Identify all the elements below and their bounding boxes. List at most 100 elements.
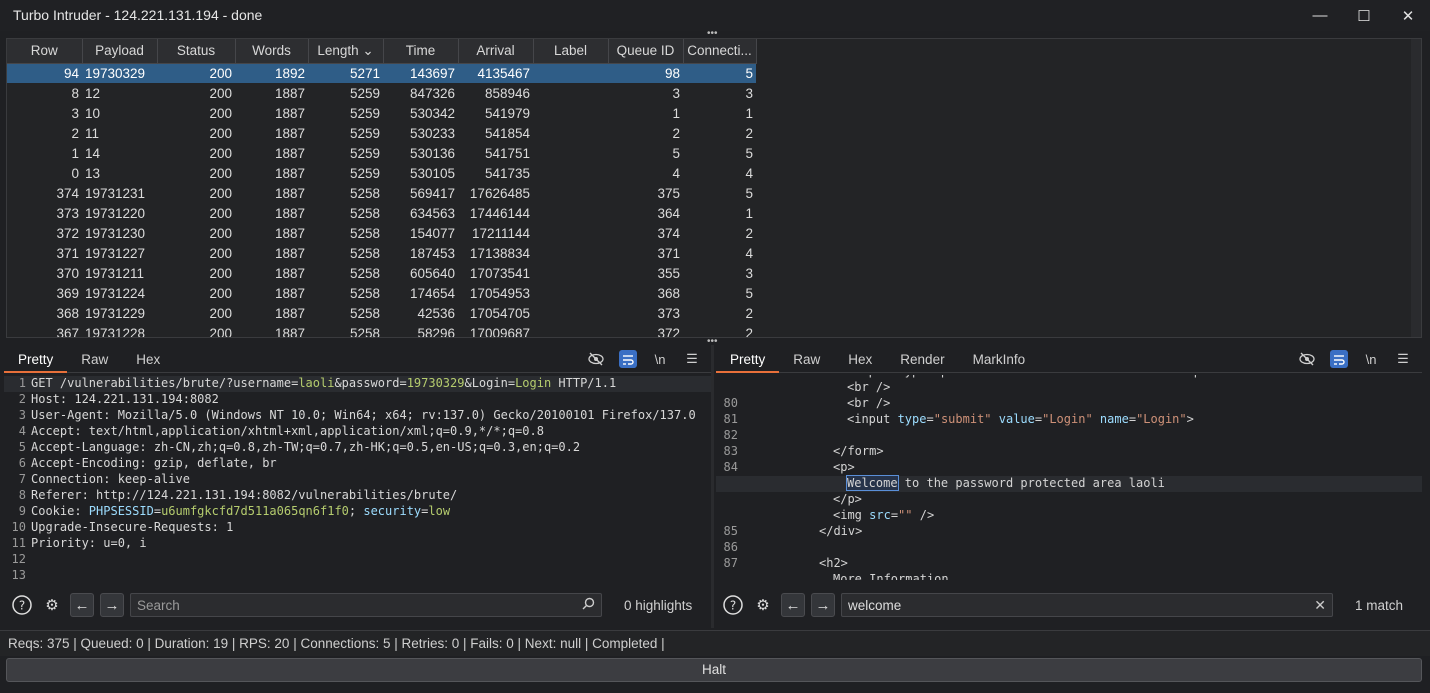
- settings-gear-icon[interactable]: ⚙: [751, 593, 775, 617]
- table-cell: 200: [209, 325, 232, 338]
- title-bar: Turbo Intruder - 124.221.131.194 - done …: [0, 0, 1430, 31]
- response-search-bar: ? ⚙ ← → welcome ✕ 1 match: [721, 590, 1421, 620]
- table-cell: 364: [657, 205, 680, 221]
- table-cell: 541854: [484, 125, 530, 141]
- table-row[interactable]: 0 13 200 1887 5259 530105 541735 4 4: [7, 163, 756, 183]
- hide-eye-icon[interactable]: [587, 350, 605, 368]
- table-row[interactable]: 374 19731231 200 1887 5258 569417 17626485 375 5: [7, 183, 756, 203]
- table-row[interactable]: 3 10 200 1887 5259 530342 541979 1 1: [7, 103, 756, 123]
- table-cell: 373: [56, 205, 79, 221]
- table-cell: 5258: [349, 225, 380, 241]
- line-number: 5: [18, 440, 26, 454]
- column-header[interactable]: Connecti...: [683, 39, 757, 64]
- table-cell: 12: [85, 85, 101, 101]
- table-cell: 375: [657, 185, 680, 201]
- table-cell: 367: [56, 325, 79, 338]
- table-cell: 200: [209, 165, 232, 181]
- code-line: <img src="" />: [716, 508, 1422, 524]
- table-cell: 1887: [274, 265, 305, 281]
- tab-raw[interactable]: Raw: [779, 345, 834, 373]
- maximize-button[interactable]: ☐: [1342, 0, 1386, 31]
- pane-divider[interactable]: [711, 345, 714, 628]
- close-button[interactable]: ✕: [1386, 0, 1430, 31]
- minimize-button[interactable]: —: [1298, 0, 1342, 31]
- table-cell: 373: [657, 305, 680, 321]
- tab-hex[interactable]: Hex: [122, 345, 174, 373]
- tab-pretty[interactable]: Pretty: [716, 345, 780, 373]
- code-token: =: [153, 504, 162, 518]
- table-row[interactable]: 94 19730329 200 1892 5271 143697 4135467 98 5: [7, 63, 756, 83]
- column-header[interactable]: Length ⌄: [308, 39, 384, 64]
- help-icon[interactable]: ?: [721, 593, 745, 617]
- settings-gear-icon[interactable]: ⚙: [40, 593, 64, 617]
- table-cell: 1892: [235, 63, 308, 83]
- tab-markinfo[interactable]: MarkInfo: [959, 345, 1040, 373]
- wrap-lines-icon[interactable]: [619, 350, 637, 368]
- table-row[interactable]: 372 19731230 200 1887 5258 154077 17211144 374 2: [7, 223, 756, 243]
- newline-icon[interactable]: \n: [1362, 350, 1380, 368]
- table-cell: 5: [672, 145, 680, 161]
- table-cell: 5259: [349, 85, 380, 101]
- column-header[interactable]: Arrival: [458, 39, 534, 64]
- menu-icon[interactable]: ☰: [683, 350, 701, 368]
- request-pane: Pretty Raw Hex \n ☰ 1 GET /vulnerabilitie…: [4, 345, 711, 580]
- code-token: <h2>: [819, 556, 848, 570]
- code-token: Accept-Encoding: gzip, deflate, br: [31, 456, 277, 470]
- tab-raw[interactable]: Raw: [67, 345, 122, 373]
- tab-pretty[interactable]: Pretty: [4, 345, 68, 373]
- halt-button[interactable]: Halt: [6, 658, 1422, 682]
- code-line: 8 Referer: http://124.221.131.194:8082/vu…: [4, 488, 711, 504]
- next-arrow-icon[interactable]: →: [811, 593, 835, 617]
- code-line: </p>: [716, 492, 1422, 508]
- request-editor[interactable]: 1 GET /vulnerabilities/brute/?username=la…: [4, 375, 711, 580]
- column-header[interactable]: Queue ID: [608, 39, 684, 64]
- table-cell: 5271: [308, 63, 383, 83]
- table-cell: 5258: [349, 265, 380, 281]
- response-search-input[interactable]: welcome ✕: [841, 593, 1333, 617]
- previous-arrow-icon[interactable]: ←: [781, 593, 805, 617]
- table-cell: 10: [85, 105, 101, 121]
- table-row[interactable]: 371 19731227 200 1887 5258 187453 17138834 371 4: [7, 243, 756, 263]
- search-icon[interactable]: [582, 597, 595, 613]
- table-cell: 541979: [484, 105, 530, 121]
- help-icon[interactable]: ?: [10, 593, 34, 617]
- clear-search-icon[interactable]: ✕: [1314, 597, 1326, 614]
- table-cell: 2: [745, 305, 753, 321]
- newline-icon[interactable]: \n: [651, 350, 669, 368]
- wrap-lines-icon[interactable]: [1330, 350, 1348, 368]
- code-token: "Login": [1042, 412, 1093, 426]
- table-cell: 14: [85, 145, 101, 161]
- code-line: 3 User-Agent: Mozilla/5.0 (Windows NT 10.…: [4, 408, 711, 424]
- table-cell: 200: [209, 205, 232, 221]
- table-scrollbar[interactable]: [1411, 39, 1421, 337]
- column-header[interactable]: Payload: [82, 39, 158, 64]
- column-header[interactable]: Status: [157, 39, 236, 64]
- table-row[interactable]: 373 19731220 200 1887 5258 634563 17446144 364 1: [7, 203, 756, 223]
- previous-arrow-icon[interactable]: ←: [70, 593, 94, 617]
- table-row[interactable]: 370 19731211 200 1887 5258 605640 17073541 355 3: [7, 263, 756, 283]
- tab-render[interactable]: Render: [886, 345, 958, 373]
- menu-icon[interactable]: ☰: [1394, 350, 1412, 368]
- table-row[interactable]: 8 12 200 1887 5259 847326 858946 3 3: [7, 83, 756, 103]
- code-line: 6 Accept-Encoding: gzip, deflate, br: [4, 456, 711, 472]
- table-row[interactable]: 369 19731224 200 1887 5258 174654 17054953 368 5: [7, 283, 756, 303]
- table-row[interactable]: 1 14 200 1887 5259 530136 541751 5 5: [7, 143, 756, 163]
- next-arrow-icon[interactable]: →: [100, 593, 124, 617]
- table-cell: 42536: [417, 305, 455, 321]
- code-token: &Login=: [464, 376, 516, 390]
- tab-hex[interactable]: Hex: [834, 345, 886, 373]
- hide-eye-icon[interactable]: [1298, 350, 1316, 368]
- table-cell: 5258: [349, 325, 380, 338]
- table-row[interactable]: 367 19731228 200 1887 5258 58296 17009687 372 2: [7, 323, 756, 338]
- column-header[interactable]: Time: [383, 39, 459, 64]
- column-header[interactable]: Row: [7, 39, 83, 64]
- response-editor[interactable]: 79 <input type="password" AUTOCOMPLETE="o…: [716, 375, 1422, 580]
- table-cell: 1887: [274, 105, 305, 121]
- table-row[interactable]: 368 19731229 200 1887 5258 42536 17054705 373 2: [7, 303, 756, 323]
- table-row[interactable]: 2 11 200 1887 5259 530233 541854 2 2: [7, 123, 756, 143]
- request-search-input[interactable]: Search: [130, 593, 602, 617]
- column-header[interactable]: Words: [235, 39, 309, 64]
- column-header[interactable]: Label: [533, 39, 609, 64]
- table-cell: 19731220: [85, 205, 146, 221]
- table-cell: 19730329: [82, 63, 157, 83]
